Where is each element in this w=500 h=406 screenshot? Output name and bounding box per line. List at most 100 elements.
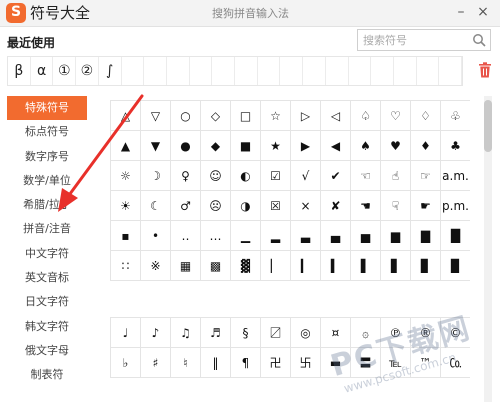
symbol-cell[interactable]: 〓 [351,348,381,378]
recent-symbol[interactable]: β [8,57,31,85]
symbol-cell[interactable]: ▄ [321,221,351,251]
recent-symbol[interactable] [212,57,236,85]
symbol-cell[interactable]: ♬ [201,318,231,348]
symbol-cell[interactable]: ◑ [231,191,261,221]
sidebar-item[interactable]: 数字序号 [7,145,87,169]
symbol-cell[interactable]: ☛ [411,191,441,221]
recent-symbol[interactable] [190,57,213,85]
sidebar-item[interactable]: 英文音标 [7,266,87,290]
recent-symbol[interactable] [280,57,304,85]
sidebar-item[interactable]: 日文字符 [7,290,87,314]
sidebar-item[interactable]: 拼音/注音 [7,217,87,241]
symbol-cell[interactable]: ※ [141,251,171,281]
recent-symbol[interactable] [122,57,145,85]
symbol-cell[interactable]: ♦ [411,131,441,161]
close-button[interactable]: × [474,2,492,22]
recent-symbol[interactable] [303,57,326,85]
symbol-cell[interactable]: … [201,221,231,251]
symbol-cell[interactable]: ▌ [351,251,381,281]
symbol-cell[interactable]: ♭ [111,348,141,378]
symbol-cell[interactable]: ▷ [291,101,321,131]
symbol-cell[interactable]: ★ [261,131,291,161]
symbol-cell[interactable]: ◁ [321,101,351,131]
symbol-cell[interactable]: ♩ [111,318,141,348]
symbol-cell[interactable]: ▽ [141,101,171,131]
symbol-cell[interactable]: ¤ [321,318,351,348]
symbol-cell[interactable]: █ [441,221,470,251]
recent-symbol[interactable]: ② [76,57,99,85]
sidebar-item[interactable]: 韩文字符 [7,315,87,339]
symbol-cell[interactable]: ☑ [261,161,291,191]
recent-symbol[interactable] [258,57,281,85]
recent-symbol[interactable] [417,57,440,85]
symbol-cell[interactable]: ☝ [381,161,411,191]
symbol-cell[interactable]: ▉ [441,251,470,281]
recent-symbol[interactable]: ① [53,57,77,85]
symbol-cell[interactable]: ♢ [411,101,441,131]
symbol-cell[interactable]: ☞ [411,161,441,191]
trash-icon[interactable] [478,62,492,78]
symbol-cell[interactable]: ▍ [321,251,351,281]
sidebar-item[interactable]: 俄文字母 [7,339,87,363]
symbol-cell[interactable]: ♥ [381,131,411,161]
symbol-cell[interactable]: ◆ [201,131,231,161]
symbol-cell[interactable]: ☚ [351,191,381,221]
symbol-cell[interactable]: ♠ [351,131,381,161]
symbol-cell[interactable]: ✔ [321,161,351,191]
symbol-cell[interactable]: ® [411,318,441,348]
symbol-cell[interactable]: ◎ [291,318,321,348]
symbol-cell[interactable]: ▅ [351,221,381,251]
sidebar-item[interactable]: 中文字符 [7,242,87,266]
symbol-cell[interactable]: ☹ [201,191,231,221]
recent-symbol[interactable] [349,57,372,85]
symbol-cell[interactable]: ▎ [291,251,321,281]
symbol-cell[interactable]: ▲ [111,131,141,161]
symbol-cell[interactable]: ℡ [381,348,411,378]
symbol-cell[interactable]: × [291,191,321,221]
symbol-cell[interactable]: ▼ [141,131,171,161]
symbol-cell[interactable]: ◀ [321,131,351,161]
recent-symbol[interactable] [167,57,190,85]
symbol-cell[interactable]: ▪ [111,221,141,251]
search-icon[interactable] [472,33,486,47]
search-box[interactable] [357,29,491,51]
sidebar-item[interactable]: 标点符号 [7,120,87,144]
search-input[interactable] [358,30,467,50]
symbol-cell[interactable]: ▬ [321,348,351,378]
symbol-cell[interactable]: © [441,318,470,348]
symbol-cell[interactable]: ♮ [171,348,201,378]
symbol-cell[interactable]: ☒ [261,191,291,221]
symbol-cell[interactable]: ▊ [411,251,441,281]
symbol-cell[interactable]: ▶ [291,131,321,161]
recent-symbol[interactable] [394,57,417,85]
symbol-cell[interactable]: ▦ [171,251,201,281]
symbol-cell[interactable]: ☽ [141,161,171,191]
symbol-cell[interactable]: △ [111,101,141,131]
symbol-cell[interactable]: ㏇ [441,348,470,378]
symbol-cell[interactable]: ✘ [321,191,351,221]
symbol-cell[interactable]: ♪ [141,318,171,348]
symbol-cell[interactable]: ♂ [171,191,201,221]
symbol-cell[interactable]: √ [291,161,321,191]
recent-symbol[interactable] [144,57,167,85]
symbol-cell[interactable]: ☺ [201,161,231,191]
symbol-cell[interactable]: a.m. [441,161,470,191]
symbol-cell[interactable]: ▇ [411,221,441,251]
symbol-cell[interactable]: • [141,221,171,251]
symbol-cell[interactable]: ۞ [351,318,381,348]
symbol-cell[interactable]: ● [171,131,201,161]
symbol-cell[interactable]: ☟ [381,191,411,221]
sidebar-item[interactable]: 希腊/拉丁 [7,193,87,217]
symbol-cell[interactable]: 〼 [261,318,291,348]
symbol-cell[interactable]: ∷ [111,251,141,281]
symbol-cell[interactable]: 卐 [291,348,321,378]
symbol-cell[interactable]: ¶ [231,348,261,378]
symbol-cell[interactable]: ♫ [171,318,201,348]
minimize-button[interactable]: – [452,2,470,22]
recent-symbol[interactable] [439,57,463,85]
symbol-cell[interactable]: ◇ [201,101,231,131]
scrollbar-thumb[interactable] [484,100,492,152]
symbol-cell[interactable]: ◐ [231,161,261,191]
symbol-cell[interactable]: ▃ [291,221,321,251]
symbol-cell[interactable]: ♀ [171,161,201,191]
